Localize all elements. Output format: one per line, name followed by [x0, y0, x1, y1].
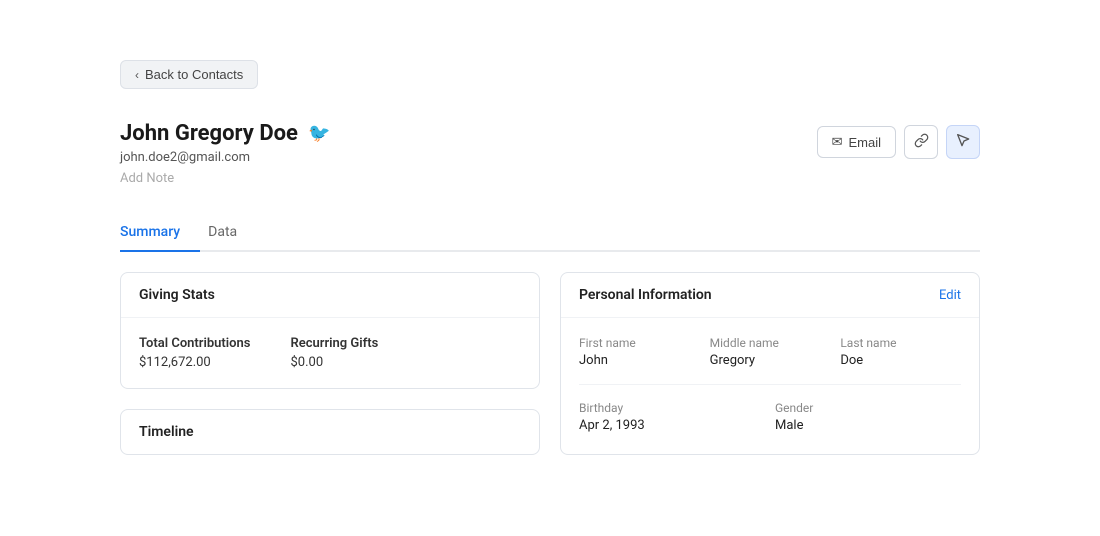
back-button-label: Back to Contacts [145, 67, 243, 82]
last-name-field: Last name Doe [840, 336, 961, 368]
total-contributions-item: Total Contributions $112,672.00 [139, 336, 250, 370]
email-button[interactable]: ✉ Email [817, 126, 896, 158]
add-note-button[interactable]: Add Note [120, 171, 330, 186]
personal-info-edit-button[interactable]: Edit [939, 288, 961, 303]
birthday-field: Birthday Apr 2, 1993 [579, 401, 765, 433]
chevron-left-icon: ‹ [135, 68, 139, 82]
timeline-title: Timeline [139, 424, 194, 440]
last-name-label: Last name [840, 336, 961, 350]
contact-name: John Gregory Doe [120, 121, 298, 146]
birthday-value: Apr 2, 1993 [579, 418, 765, 433]
more-options-button[interactable] [946, 125, 980, 159]
twitter-icon[interactable]: 🐦 [308, 123, 330, 144]
tab-data[interactable]: Data [208, 214, 257, 252]
middle-name-value: Gregory [710, 353, 831, 368]
email-icon: ✉ [832, 134, 843, 150]
personal-info-header: Personal Information Edit [561, 273, 979, 318]
more-options-icon [955, 132, 971, 152]
total-contributions-label: Total Contributions [139, 336, 250, 351]
personal-info-body: First name John Middle name Gregory Last… [561, 318, 979, 451]
contact-email: john.doe2@gmail.com [120, 150, 330, 165]
contact-name-row: John Gregory Doe 🐦 [120, 121, 330, 146]
first-name-field: First name John [579, 336, 700, 368]
giving-stats-grid: Total Contributions $112,672.00 Recurrin… [139, 336, 521, 370]
first-name-label: First name [579, 336, 700, 350]
middle-name-field: Middle name Gregory [710, 336, 831, 368]
recurring-gifts-item: Recurring Gifts $0.00 [290, 336, 378, 370]
first-name-value: John [579, 353, 700, 368]
timeline-card: Timeline [120, 409, 540, 455]
email-button-label: Email [848, 135, 881, 150]
gender-label: Gender [775, 401, 961, 415]
back-to-contacts-button[interactable]: ‹ Back to Contacts [120, 60, 258, 89]
personal-info-title: Personal Information [579, 287, 712, 303]
birthday-gender-grid: Birthday Apr 2, 1993 Gender Male [579, 384, 961, 433]
total-contributions-value: $112,672.00 [139, 355, 250, 370]
action-buttons: ✉ Email [817, 125, 980, 159]
phone-icon [914, 133, 929, 152]
middle-name-label: Middle name [710, 336, 831, 350]
content-grid: Giving Stats Total Contributions $112,67… [120, 272, 980, 455]
gender-value: Male [775, 418, 961, 433]
personal-info-card: Personal Information Edit First name Joh… [560, 272, 980, 455]
contact-info: John Gregory Doe 🐦 john.doe2@gmail.com A… [120, 121, 330, 186]
giving-stats-title: Giving Stats [139, 287, 215, 303]
recurring-gifts-label: Recurring Gifts [290, 336, 378, 351]
giving-stats-header: Giving Stats [121, 273, 539, 318]
timeline-header: Timeline [121, 410, 539, 454]
tabs: Summary Data [120, 214, 980, 252]
giving-stats-body: Total Contributions $112,672.00 Recurrin… [121, 318, 539, 388]
gender-field: Gender Male [775, 401, 961, 433]
name-fields-grid: First name John Middle name Gregory Last… [579, 336, 961, 368]
last-name-value: Doe [840, 353, 961, 368]
phone-button[interactable] [904, 125, 938, 159]
birthday-label: Birthday [579, 401, 765, 415]
left-column: Giving Stats Total Contributions $112,67… [120, 272, 540, 455]
recurring-gifts-value: $0.00 [290, 355, 378, 370]
giving-stats-card: Giving Stats Total Contributions $112,67… [120, 272, 540, 389]
tab-summary[interactable]: Summary [120, 214, 200, 252]
contact-header: John Gregory Doe 🐦 john.doe2@gmail.com A… [120, 121, 980, 186]
